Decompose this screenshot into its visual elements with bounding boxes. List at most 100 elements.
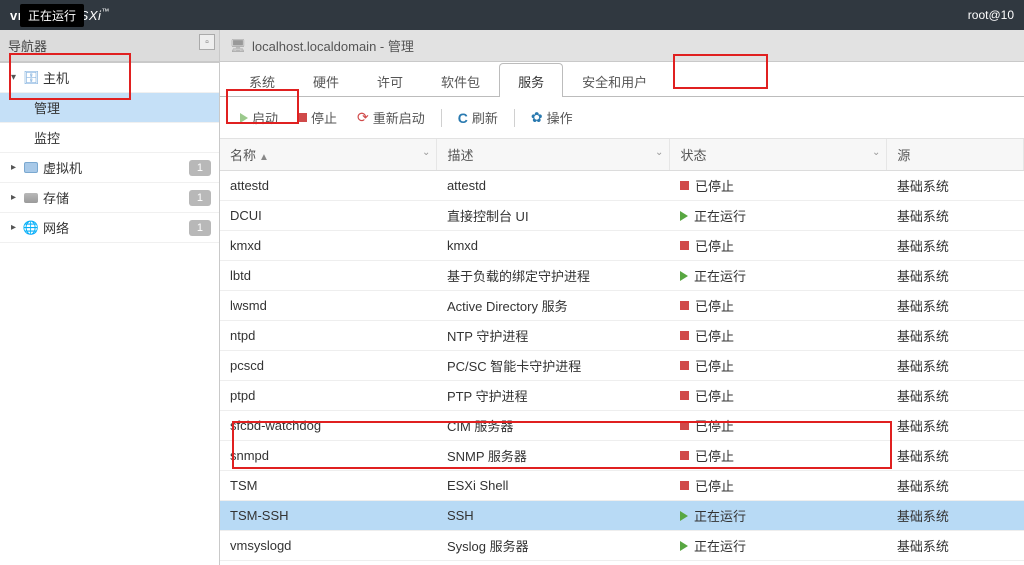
- service-row[interactable]: sfcbd-watchdogCIM 服务器已停止基础系统: [220, 411, 1024, 441]
- cell-source: 基础系统: [887, 201, 1024, 231]
- tab-许可[interactable]: 许可: [358, 63, 422, 97]
- play-icon: [240, 113, 248, 123]
- service-row[interactable]: vmsyslogdSyslog 服务器正在运行基础系统: [220, 531, 1024, 561]
- chevron-down-icon[interactable]: ⌄: [655, 147, 663, 158]
- service-row[interactable]: ntpdNTP 守护进程已停止基础系统: [220, 321, 1024, 351]
- running-icon: [680, 511, 688, 521]
- stop-button[interactable]: 停止: [290, 105, 345, 130]
- tab-硬件[interactable]: 硬件: [294, 63, 358, 97]
- start-label: 启动: [252, 108, 278, 127]
- user-info[interactable]: root@10: [968, 8, 1014, 22]
- toolbar-sep-2: [514, 109, 515, 127]
- cell-desc: attestd: [437, 171, 670, 201]
- tab-系统[interactable]: 系统: [230, 63, 294, 97]
- service-row[interactable]: lwsmdActive Directory 服务已停止基础系统: [220, 291, 1024, 321]
- actions-button[interactable]: ✿操作: [523, 105, 581, 130]
- collapse-panel-icon[interactable]: ▫: [199, 34, 215, 50]
- expander-icon[interactable]: ▾: [8, 72, 19, 83]
- main-panel: 🖥 localhost.localdomain - 管理 系统硬件许可软件包服务…: [220, 30, 1024, 565]
- service-row[interactable]: TSMESXi Shell已停止基础系统: [220, 471, 1024, 501]
- start-button[interactable]: 启动: [232, 105, 286, 130]
- cell-state: 已停止: [670, 321, 887, 351]
- vm-icon: [23, 160, 39, 176]
- cell-desc: SNMP 服务器: [437, 441, 670, 471]
- cell-state: 已停止: [670, 231, 887, 261]
- nav-item-存储[interactable]: ▸存储1: [0, 183, 219, 213]
- cell-state: 已停止: [670, 471, 887, 501]
- nav-item-网络[interactable]: ▸🌐网络1: [0, 213, 219, 243]
- service-row[interactable]: attestdattestd已停止基础系统: [220, 171, 1024, 201]
- service-row[interactable]: DCUI直接控制台 UI正在运行基础系统: [220, 201, 1024, 231]
- gear-icon: ✿: [531, 109, 543, 126]
- stopped-icon: [680, 421, 689, 430]
- main-title-bar: 🖥 localhost.localdomain - 管理: [220, 30, 1024, 62]
- service-row[interactable]: TSM-SSHSSH正在运行基础系统: [220, 501, 1024, 531]
- cell-state: 已停止: [670, 291, 887, 321]
- nav-item-虚拟机[interactable]: ▸虚拟机1: [0, 153, 219, 183]
- service-row[interactable]: lbtd基于负载的绑定守护进程正在运行基础系统: [220, 261, 1024, 291]
- expander-icon[interactable]: ▸: [8, 192, 19, 203]
- cell-desc: PC/SC 智能卡守护进程: [437, 351, 670, 381]
- cell-name: ptpd: [220, 381, 437, 411]
- expander-icon[interactable]: ▸: [8, 162, 19, 173]
- nav-item-label: 网络: [43, 218, 69, 237]
- service-row[interactable]: vpxaVMware vCenter Agent正在运行基础系统: [220, 561, 1024, 565]
- top-bar: vmware® ESXi™ root@10: [0, 0, 1024, 30]
- navigator-title-bar: 导航器 ▫: [0, 30, 219, 62]
- cell-desc: 直接控制台 UI: [437, 201, 670, 231]
- restart-button[interactable]: ⟳重新启动: [349, 105, 433, 130]
- refresh-button[interactable]: C刷新: [450, 105, 506, 130]
- cell-desc: 基于负载的绑定守护进程: [437, 261, 670, 291]
- cell-desc: ESXi Shell: [437, 471, 670, 501]
- stop-icon: [298, 113, 307, 122]
- cell-desc: kmxd: [437, 231, 670, 261]
- cell-source: 基础系统: [887, 351, 1024, 381]
- col-desc[interactable]: 描述⌄: [437, 139, 670, 171]
- cell-source: 基础系统: [887, 441, 1024, 471]
- nav-item-主机[interactable]: ▾🗄主机: [0, 63, 219, 93]
- nav-item-label: 管理: [34, 98, 60, 117]
- cell-state: 正在运行: [670, 561, 887, 565]
- cell-name: sfcbd-watchdog: [220, 411, 437, 441]
- toolbar-sep-1: [441, 109, 442, 127]
- tab-软件包[interactable]: 软件包: [422, 63, 499, 97]
- host-icon: 🗄: [23, 70, 39, 86]
- cell-name: lbtd: [220, 261, 437, 291]
- service-row[interactable]: pcscdPC/SC 智能卡守护进程已停止基础系统: [220, 351, 1024, 381]
- service-row[interactable]: snmpdSNMP 服务器已停止基础系统: [220, 441, 1024, 471]
- stopped-icon: [680, 391, 689, 400]
- tab-安全和用户[interactable]: 安全和用户: [563, 63, 666, 97]
- stop-label: 停止: [311, 108, 337, 127]
- col-name[interactable]: 名称▲⌄: [220, 139, 437, 171]
- cell-state: 已停止: [670, 441, 887, 471]
- refresh-label: 刷新: [472, 108, 498, 127]
- nav-item-管理[interactable]: 管理: [0, 93, 219, 123]
- col-state[interactable]: 状态⌄: [670, 139, 887, 171]
- brand-tm-icon: ™: [101, 7, 110, 16]
- nav-item-监控[interactable]: 监控: [0, 123, 219, 153]
- toolbar: 启动 停止 ⟳重新启动 C刷新 ✿操作: [220, 97, 1024, 139]
- chevron-down-icon[interactable]: ⌄: [872, 147, 880, 158]
- tab-bar: 系统硬件许可软件包服务安全和用户: [220, 62, 1024, 97]
- expander-icon[interactable]: ▸: [8, 222, 19, 233]
- navigator-title: 导航器: [8, 39, 47, 54]
- cell-name: snmpd: [220, 441, 437, 471]
- cell-source: 基础系统: [887, 261, 1024, 291]
- stopped-icon: [680, 241, 689, 250]
- cell-source: 基础系统: [887, 171, 1024, 201]
- col-source[interactable]: 源: [887, 139, 1024, 171]
- cell-state: 正在运行: [670, 261, 887, 291]
- service-row[interactable]: kmxdkmxd已停止基础系统: [220, 231, 1024, 261]
- cell-name: vmsyslogd: [220, 531, 437, 561]
- service-row[interactable]: ptpdPTP 守护进程已停止基础系统: [220, 381, 1024, 411]
- nav-item-label: 存储: [43, 188, 69, 207]
- cell-desc: PTP 守护进程: [437, 381, 670, 411]
- cell-desc: CIM 服务器: [437, 411, 670, 441]
- stopped-icon: [680, 331, 689, 340]
- chevron-down-icon[interactable]: ⌄: [422, 147, 430, 158]
- datastore-icon: [23, 190, 39, 206]
- tab-服务[interactable]: 服务: [499, 63, 563, 97]
- cell-desc: VMware vCenter Agent: [437, 561, 670, 565]
- cell-desc: Syslog 服务器: [437, 531, 670, 561]
- nav-item-label: 虚拟机: [43, 158, 82, 177]
